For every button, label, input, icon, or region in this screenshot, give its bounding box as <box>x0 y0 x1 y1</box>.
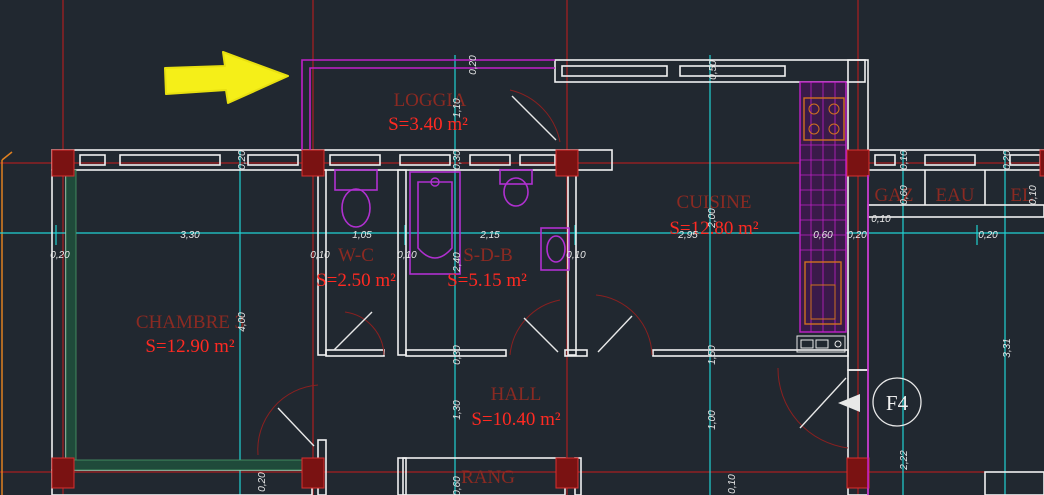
dim-label: 0,20 <box>1002 150 1013 170</box>
room-name-eau: EAU <box>935 185 974 206</box>
dim-label: 0,10 <box>1028 185 1039 205</box>
dim-label: 0,30 <box>452 345 463 365</box>
dim-label: 1,05 <box>352 230 372 241</box>
room-name-sdb: S-D-B <box>463 245 513 266</box>
room-area-chambre3: S=12.90 m² <box>145 336 235 357</box>
bidet-icon <box>499 169 533 207</box>
dim-label: 3,31 <box>1002 338 1013 357</box>
apartment-tag: F4 <box>886 391 909 415</box>
dim-label: 0,20 <box>257 472 268 492</box>
horizontal-dimensions: 3,30 1,05 2,15 2,95 0,60 0,20 0,10 0,10 … <box>50 214 998 261</box>
dim-label: 0,60 <box>813 230 833 241</box>
room-area-hall: S=10.40 m² <box>471 409 561 430</box>
floor-plan-drawing: F4 LOGGIA S=3.40 m² W-C S=2.50 m² S-D-B … <box>0 0 1044 495</box>
dim-label: 0,10 <box>871 214 891 225</box>
dim-label: 0,20 <box>50 250 70 261</box>
dim-label: 0,10 <box>397 250 417 261</box>
dim-label: 1,50 <box>707 345 718 365</box>
dim-label: 4,00 <box>237 312 248 332</box>
dim-label: 0,20 <box>978 230 998 241</box>
kitchen-counter <box>796 81 847 353</box>
entrance-arrow-icon <box>838 394 860 412</box>
dim-label: 0,20 <box>847 230 867 241</box>
toilet-icon <box>334 169 378 228</box>
boundary-line <box>1 151 13 495</box>
washbasin-icon <box>540 227 570 271</box>
dim-label: 0,10 <box>566 250 586 261</box>
dim-label: 2,40 <box>452 252 463 273</box>
dim-label: 2,00 <box>707 208 718 229</box>
dim-label: 0,10 <box>727 474 738 494</box>
room-area-wc: S=2.50 m² <box>316 270 396 291</box>
room-name-chambre3: CHAMBRE 3 <box>136 312 244 333</box>
room-name-rang: RANG <box>461 467 515 488</box>
dim-label: 3,30 <box>180 230 200 241</box>
dim-label: 1,30 <box>452 400 463 420</box>
dim-label: 0,50 <box>708 60 719 80</box>
dim-label: 2,22 <box>899 450 910 471</box>
dim-label: 0,20 <box>468 55 479 75</box>
room-name-wc: W-C <box>338 245 374 266</box>
dim-label: 1,00 <box>707 410 718 430</box>
dim-label: 0,30 <box>452 150 463 170</box>
room-name-hall: HALL <box>491 384 542 405</box>
dim-label: 0,60 <box>899 185 910 205</box>
entrance-marker: F4 <box>838 377 922 427</box>
dim-label: 0,20 <box>237 150 248 170</box>
dim-label: 2,15 <box>479 230 500 241</box>
dim-label: 2,95 <box>677 230 698 241</box>
dim-label: 0,10 <box>310 250 330 261</box>
dim-label: 0,60 <box>452 476 463 495</box>
yellow-arrow-annotation <box>164 51 289 104</box>
room-area-sdb: S=5.15 m² <box>447 270 527 291</box>
dim-label: 0,10 <box>899 150 910 170</box>
dim-label: 1,10 <box>452 98 463 118</box>
